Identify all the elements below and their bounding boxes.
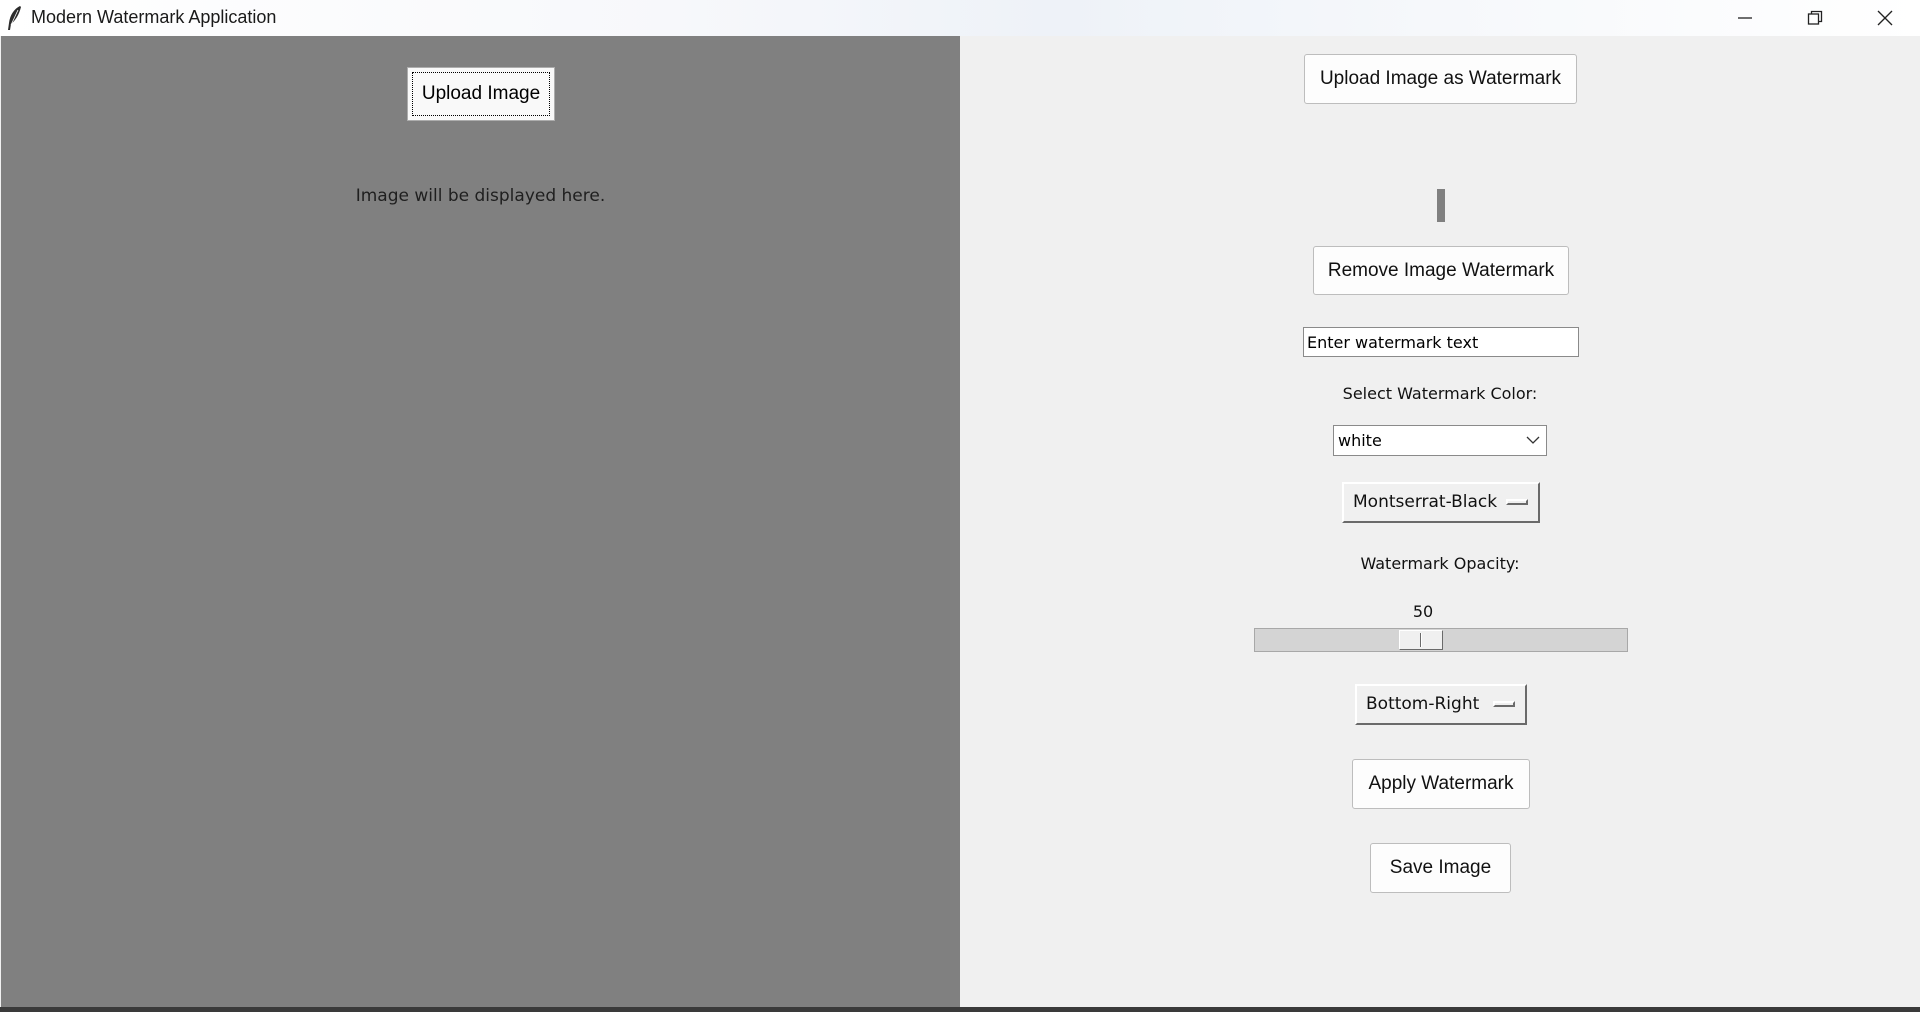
apply-watermark-button[interactable]: Apply Watermark: [1352, 759, 1530, 809]
watermark-preview: [1437, 189, 1445, 222]
restore-button[interactable]: [1780, 0, 1850, 36]
opacity-slider[interactable]: [1254, 628, 1628, 652]
watermark-color-value: white: [1338, 431, 1382, 450]
window-title: Modern Watermark Application: [31, 7, 277, 27]
remove-image-watermark-button[interactable]: Remove Image Watermark: [1313, 246, 1569, 295]
window-bottom-border: [0, 1007, 1920, 1012]
minimize-icon: [1738, 17, 1752, 19]
option-menu-indicator-icon: [1506, 499, 1528, 505]
upload-image-button[interactable]: Upload Image: [407, 67, 555, 121]
position-select-menu[interactable]: Bottom-Right: [1355, 684, 1527, 725]
watermark-text-input[interactable]: [1303, 327, 1579, 357]
opacity-value: 50: [1412, 602, 1434, 621]
font-select-value: Montserrat-Black: [1353, 492, 1498, 512]
close-icon: [1877, 10, 1893, 26]
restore-icon: [1807, 10, 1823, 25]
image-display-panel: Upload Image Image will be displayed her…: [1, 36, 960, 1007]
watermark-color-select[interactable]: white: [1333, 425, 1547, 456]
opacity-slider-handle[interactable]: [1399, 630, 1443, 650]
feather-icon: [8, 6, 21, 30]
watermark-opacity-label: Watermark Opacity:: [1360, 554, 1520, 573]
chevron-down-icon: [1526, 436, 1540, 444]
watermark-color-label: Select Watermark Color:: [1342, 384, 1538, 403]
option-menu-indicator-icon: [1493, 701, 1515, 707]
position-select-value: Bottom-Right: [1366, 694, 1480, 714]
font-select-menu[interactable]: Montserrat-Black: [1342, 482, 1540, 523]
minimize-button[interactable]: [1710, 0, 1780, 36]
image-placeholder-text: Image will be displayed here.: [355, 186, 606, 206]
upload-watermark-image-button[interactable]: Upload Image as Watermark: [1304, 54, 1577, 104]
app-window: Modern Watermark Application Upload Imag…: [0, 0, 1920, 1012]
title-bar: Modern Watermark Application: [0, 0, 1920, 36]
close-button[interactable]: [1850, 0, 1920, 36]
save-image-button[interactable]: Save Image: [1370, 843, 1511, 893]
